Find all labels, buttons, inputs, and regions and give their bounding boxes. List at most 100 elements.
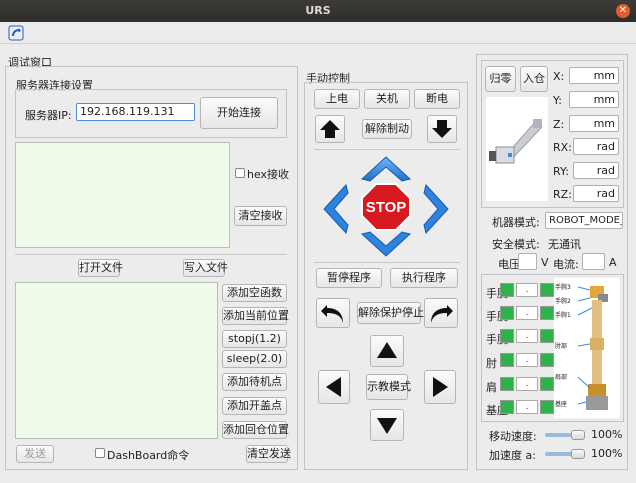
dashboard-label: DashBoard命令 [107, 449, 190, 462]
undo-arrow-icon [321, 305, 343, 323]
accel-label: 加速度 a: [489, 449, 536, 462]
down-triangle-icon [377, 418, 397, 434]
connect-icon[interactable] [8, 25, 24, 41]
joint-minus-wrist3[interactable] [500, 283, 514, 297]
move-up-button[interactable] [315, 115, 345, 143]
current-label: 电流: [553, 258, 579, 271]
cmd-add-standby-point[interactable]: 添加待机点 [222, 373, 287, 391]
stop-label: STOP [366, 199, 407, 216]
cmd-sleep[interactable]: sleep(2.0) [222, 350, 287, 368]
write-file-button[interactable]: 写入文件 [183, 259, 228, 277]
joint-plus-wrist1[interactable] [540, 329, 554, 343]
cmd-add-empty-function[interactable]: 添加空函数 [222, 284, 287, 302]
coord-value-rx[interactable]: rad [573, 138, 619, 155]
translate-left-button[interactable] [318, 370, 350, 404]
joint-diagram: 手腕3 手腕2 手腕1 肘部 肩部 基座 [554, 278, 620, 418]
machine-mode-label: 机器模式: [492, 216, 540, 229]
translate-down-button[interactable] [370, 409, 404, 441]
joint-value-wrist2: . [516, 306, 538, 320]
power-off-button[interactable]: 关机 [364, 89, 410, 109]
joint-plus-wrist2[interactable] [540, 306, 554, 320]
joint-plus-base[interactable] [540, 400, 554, 414]
safety-mode-label: 安全模式: [492, 238, 540, 251]
open-file-button[interactable]: 打开文件 [78, 259, 123, 277]
down-arrow-icon [432, 120, 452, 138]
up-triangle-icon [377, 342, 397, 358]
window-title: URS [305, 4, 331, 17]
cmd-add-open-lid-point[interactable]: 添加开盖点 [222, 397, 287, 415]
coord-value-y[interactable]: mm [569, 91, 619, 108]
store-button[interactable]: 入仓 [520, 66, 548, 92]
divider [15, 254, 287, 255]
coord-value-rz[interactable]: rad [573, 185, 619, 202]
coord-label-rz: RZ: [553, 188, 572, 201]
connect-button[interactable]: 开始连接 [200, 97, 278, 129]
divider [314, 149, 460, 150]
dashboard-checkbox[interactable] [95, 448, 105, 458]
joint-minus-base[interactable] [500, 400, 514, 414]
diagram-label-shoulder: 肩部 [555, 373, 567, 381]
move-speed-handle[interactable] [571, 430, 585, 440]
cmd-add-return-position[interactable]: 添加回仓位置 [222, 421, 289, 439]
joint-value-base: . [516, 400, 538, 414]
translate-right-button[interactable] [424, 370, 456, 404]
rotate-cw-button[interactable] [424, 298, 458, 328]
coord-value-z[interactable]: mm [569, 115, 619, 132]
right-triangle-icon [433, 377, 448, 397]
server-ip-input[interactable]: 192.168.119.131 [76, 103, 195, 121]
joint-plus-wrist3[interactable] [540, 283, 554, 297]
joint-minus-shoulder[interactable] [500, 377, 514, 391]
jog-right-icon[interactable] [422, 183, 452, 235]
safety-mode-value: 无通讯 [548, 238, 581, 251]
run-program-button[interactable]: 执行程序 [390, 268, 458, 288]
hex-receive-label: hex接收 [247, 168, 290, 181]
machine-mode-value: ROBOT_MODE_I [545, 212, 623, 229]
joint-minus-wrist1[interactable] [500, 329, 514, 343]
move-down-button[interactable] [427, 115, 457, 143]
close-icon[interactable]: ✕ [616, 4, 630, 18]
power-on-button[interactable]: 上电 [314, 89, 360, 109]
accel-handle[interactable] [571, 449, 585, 459]
release-protective-stop-button[interactable]: 解除保护停止 [357, 302, 424, 324]
diagram-label-wrist3: 手腕3 [555, 283, 571, 291]
send-text-area[interactable] [15, 282, 218, 439]
coord-label-rx: RX: [553, 141, 572, 154]
voltage-value [518, 253, 537, 270]
receive-text-area[interactable] [15, 142, 230, 248]
translate-up-button[interactable] [370, 335, 404, 367]
joint-value-wrist3: . [516, 283, 538, 297]
coord-value-ry[interactable]: rad [573, 162, 619, 179]
stop-button[interactable]: STOP [360, 182, 412, 232]
move-speed-label: 移动速度: [489, 430, 537, 443]
release-brake-button[interactable]: 解除制动 [362, 119, 412, 139]
rotate-ccw-button[interactable] [316, 298, 350, 328]
joint-value-shoulder: . [516, 377, 538, 391]
cmd-stopj[interactable]: stopj(1.2) [222, 330, 287, 348]
redo-arrow-icon [431, 305, 453, 323]
voltage-unit: V [541, 256, 549, 269]
hex-receive-checkbox[interactable] [235, 168, 245, 178]
up-arrow-icon [320, 120, 340, 138]
joint-minus-elbow[interactable] [500, 353, 514, 367]
jog-down-icon[interactable] [360, 230, 412, 258]
coord-value-x[interactable]: mm [569, 67, 619, 84]
diagram-label-elbow: 肘部 [555, 342, 567, 350]
joint-plus-shoulder[interactable] [540, 377, 554, 391]
clear-send-button[interactable]: 清空发送 [246, 445, 291, 463]
clear-receive-button[interactable]: 清空接收 [234, 206, 287, 226]
joint-minus-wrist2[interactable] [500, 306, 514, 320]
current-unit: A [609, 256, 617, 269]
power-cut-button[interactable]: 断电 [414, 89, 460, 109]
pause-program-button[interactable]: 暂停程序 [316, 268, 382, 288]
diagram-label-base: 基座 [555, 400, 567, 408]
jog-up-icon[interactable] [360, 153, 412, 183]
joint-plus-elbow[interactable] [540, 353, 554, 367]
home-button[interactable]: 归零 [485, 66, 516, 92]
teach-mode-button[interactable]: 示教模式 [366, 374, 411, 400]
coord-label-ry: RY: [553, 165, 569, 178]
joint-value-elbow: . [516, 353, 538, 367]
joint-value-wrist1: . [516, 329, 538, 343]
send-button[interactable]: 发送 [16, 445, 54, 463]
jog-left-icon[interactable] [320, 183, 350, 235]
cmd-add-current-position[interactable]: 添加当前位置 [222, 307, 289, 325]
